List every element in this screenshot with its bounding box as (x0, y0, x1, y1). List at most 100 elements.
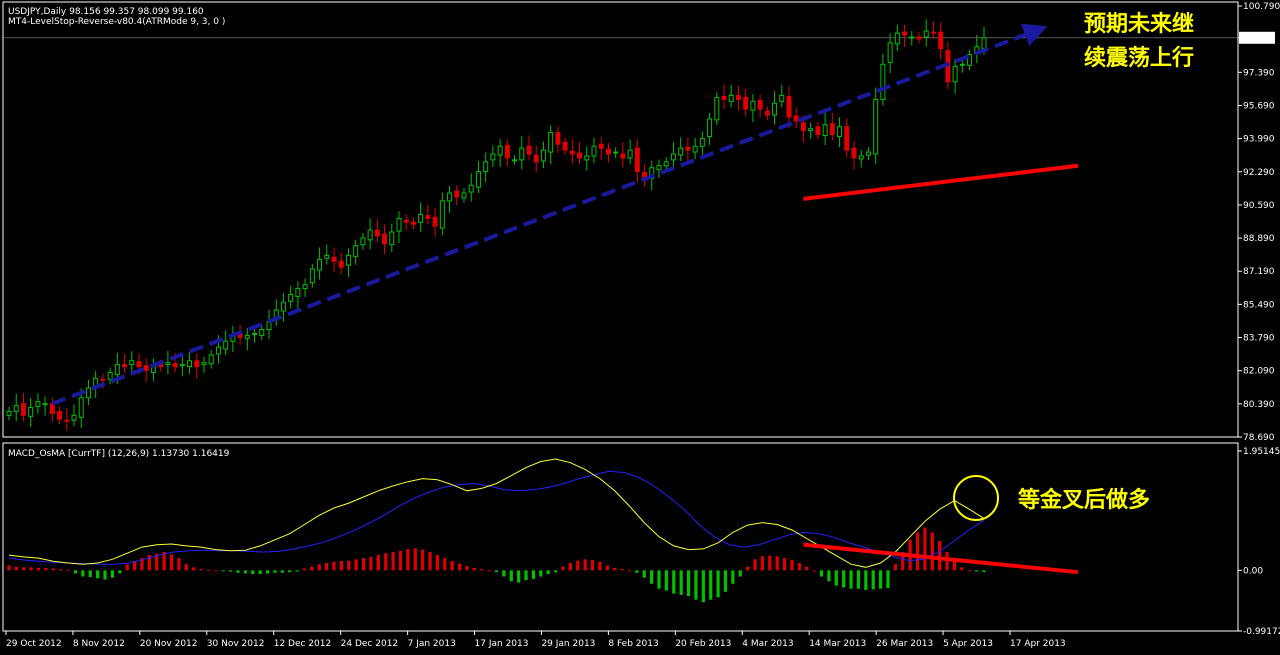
osma-bar (834, 570, 838, 586)
candle-body (504, 144, 510, 159)
time-tick-label: 14 Mar 2013 (809, 639, 866, 649)
osma-bar (199, 569, 203, 571)
price-tick-label: 100.790 (1243, 2, 1280, 12)
candle-body (678, 147, 684, 156)
candle-body (526, 145, 532, 155)
time-tick-label: 17 Apr 2013 (1010, 639, 1066, 649)
osma-bar (118, 570, 122, 574)
osma-bar (502, 570, 506, 577)
price-tick-label: 82.090 (1243, 367, 1275, 377)
osma-bar (842, 570, 846, 588)
osma-bar (81, 570, 85, 577)
candle-body (338, 260, 344, 268)
osma-bar (871, 570, 875, 590)
osma-bar (472, 567, 476, 571)
candle-body (793, 115, 799, 122)
candle-body (699, 137, 705, 147)
osma-bar (568, 563, 572, 571)
time-tick-label: 29 Oct 2012 (6, 639, 62, 649)
candle-body (302, 284, 308, 290)
osma-bar (982, 570, 986, 573)
osma-bar (228, 570, 233, 572)
osma-bar (332, 561, 336, 571)
candle-body (844, 126, 850, 151)
candle-body (829, 123, 835, 136)
osma-bar (14, 566, 18, 571)
price-tick-label: 97.390 (1243, 68, 1275, 78)
osma-bar (952, 561, 957, 571)
osma-bar (354, 559, 358, 571)
osma-bar (29, 567, 33, 571)
candle-body (519, 147, 525, 161)
candle-body (295, 288, 301, 297)
osma-bar (827, 570, 831, 582)
candle-body (584, 155, 590, 161)
osma-bar (428, 552, 432, 571)
osma-bar (805, 566, 809, 571)
candle-body (259, 329, 265, 336)
osma-bar (88, 570, 92, 578)
macd-header: MACD_OsMA [CurrTF] (12,26,9) 1.13730 1.1… (8, 449, 230, 459)
osma-bar (709, 570, 713, 600)
osma-bar (856, 570, 861, 589)
candle-body (490, 153, 496, 161)
osma-bar (221, 570, 225, 572)
osma-bar (915, 532, 920, 571)
candle-body (735, 95, 741, 100)
time-tick-label: 7 Jan 2013 (408, 639, 456, 649)
osma-bar (627, 570, 632, 572)
time-tick-label: 20 Feb 2013 (675, 639, 731, 649)
candle-body (360, 237, 366, 246)
macd-tick-label: 1.95145 (1243, 447, 1280, 457)
trading-chart: 100.790 99.160 97.390 95.690 93.990 92.290 90.… (0, 0, 1280, 655)
osma-bar (421, 549, 425, 571)
osma-bar (886, 570, 890, 589)
osma-bar (184, 564, 188, 571)
candle-body (223, 340, 229, 350)
candle-body (548, 132, 554, 153)
candle-body (757, 99, 763, 110)
candle-body (208, 354, 214, 365)
osma-bar (561, 566, 565, 571)
osma-bar (650, 570, 654, 584)
price-tick-label: 99.160 (1243, 34, 1275, 44)
osma-bar (583, 559, 587, 571)
osma-bar (480, 569, 484, 571)
candle-body (114, 364, 120, 375)
osma-bar (236, 570, 240, 573)
candle-body (714, 96, 720, 121)
osma-bar (760, 556, 765, 571)
osma-bar (509, 570, 513, 582)
osma-bar (243, 570, 247, 574)
time-tick-label: 4 Mar 2013 (742, 639, 793, 649)
osma-bar (339, 561, 343, 571)
osma-bar (701, 570, 705, 603)
osma-bar (664, 570, 668, 591)
price-tick-label: 78.690 (1243, 433, 1275, 443)
golden-cross-annotation: 等金叉后做多 (1018, 487, 1150, 513)
osma-bar (546, 570, 550, 575)
osma-bar (878, 570, 883, 589)
osma-bar (553, 570, 558, 573)
candle-body (569, 150, 575, 155)
osma-bar (590, 559, 595, 571)
osma-bar (7, 565, 11, 571)
price-tick-label: 83.790 (1243, 334, 1275, 344)
time-tick-label: 30 Nov 2012 (207, 639, 265, 649)
time-tick-label: 5 Apr 2013 (943, 639, 993, 649)
candle-body (410, 221, 416, 225)
candle-body (815, 126, 821, 136)
candle-body (952, 65, 958, 83)
candle-body (930, 31, 936, 34)
osma-bar (620, 569, 624, 571)
candle-body (201, 362, 207, 366)
candle-body (71, 414, 77, 421)
candle-body (64, 419, 70, 422)
candle-body (497, 145, 503, 156)
osma-bar (435, 555, 440, 571)
osma-bar (443, 558, 447, 571)
candle-body (692, 145, 698, 153)
candle-body (194, 360, 200, 368)
osma-bar (169, 554, 174, 571)
osma-bar (753, 559, 757, 571)
